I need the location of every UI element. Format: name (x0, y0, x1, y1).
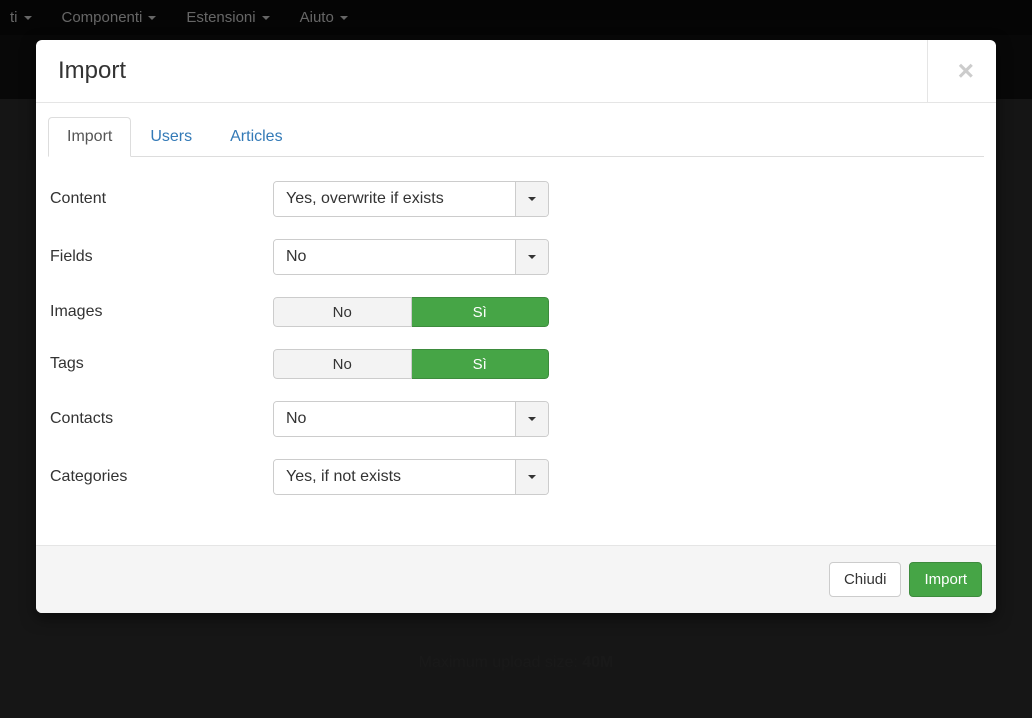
import-button[interactable]: Import (909, 562, 982, 597)
toggle-tags-no[interactable]: No (273, 349, 412, 379)
close-icon[interactable]: × (958, 57, 974, 85)
tab-bar: Import Users Articles (48, 117, 984, 157)
chevron-down-icon (528, 475, 536, 479)
label-tags: Tags (48, 355, 273, 373)
chevron-down-icon (528, 255, 536, 259)
toggle-tags-yes[interactable]: Sì (412, 349, 550, 379)
select-content[interactable]: Yes, overwrite if exists (273, 181, 549, 217)
form: Content Yes, overwrite if exists Fields … (48, 181, 984, 495)
tab-articles[interactable]: Articles (211, 117, 301, 157)
select-contacts[interactable]: No (273, 401, 549, 437)
select-content-value: Yes, overwrite if exists (274, 182, 515, 216)
tab-import[interactable]: Import (48, 117, 131, 157)
select-categories[interactable]: Yes, if not exists (273, 459, 549, 495)
toggle-tags: No Sì (273, 349, 549, 379)
select-contacts-value: No (274, 402, 515, 436)
label-images: Images (48, 303, 273, 321)
toggle-images-no[interactable]: No (273, 297, 412, 327)
select-categories-arrow[interactable] (515, 460, 548, 494)
select-fields-arrow[interactable] (515, 240, 548, 274)
label-content: Content (48, 190, 273, 208)
select-fields[interactable]: No (273, 239, 549, 275)
chevron-down-icon (528, 417, 536, 421)
row-tags: Tags No Sì (48, 349, 984, 379)
toggle-images: No Sì (273, 297, 549, 327)
row-categories: Categories Yes, if not exists (48, 459, 984, 495)
modal-overlay: Import × Import Users Articles Content Y… (0, 0, 1032, 718)
chevron-down-icon (528, 197, 536, 201)
row-images: Images No Sì (48, 297, 984, 327)
row-fields: Fields No (48, 239, 984, 275)
select-fields-value: No (274, 240, 515, 274)
import-modal: Import × Import Users Articles Content Y… (36, 40, 996, 613)
toggle-images-yes[interactable]: Sì (412, 297, 550, 327)
modal-footer: Chiudi Import (36, 545, 996, 613)
label-categories: Categories (48, 468, 273, 486)
select-contacts-arrow[interactable] (515, 402, 548, 436)
label-contacts: Contacts (48, 410, 273, 428)
tab-users[interactable]: Users (131, 117, 211, 157)
modal-header: Import × (36, 40, 996, 102)
row-content: Content Yes, overwrite if exists (48, 181, 984, 217)
row-contacts: Contacts No (48, 401, 984, 437)
close-button[interactable]: Chiudi (829, 562, 902, 597)
modal-body: Import Users Articles Content Yes, overw… (36, 102, 996, 545)
label-fields: Fields (48, 248, 273, 266)
select-categories-value: Yes, if not exists (274, 460, 515, 494)
modal-title: Import (58, 57, 126, 85)
select-content-arrow[interactable] (515, 182, 548, 216)
